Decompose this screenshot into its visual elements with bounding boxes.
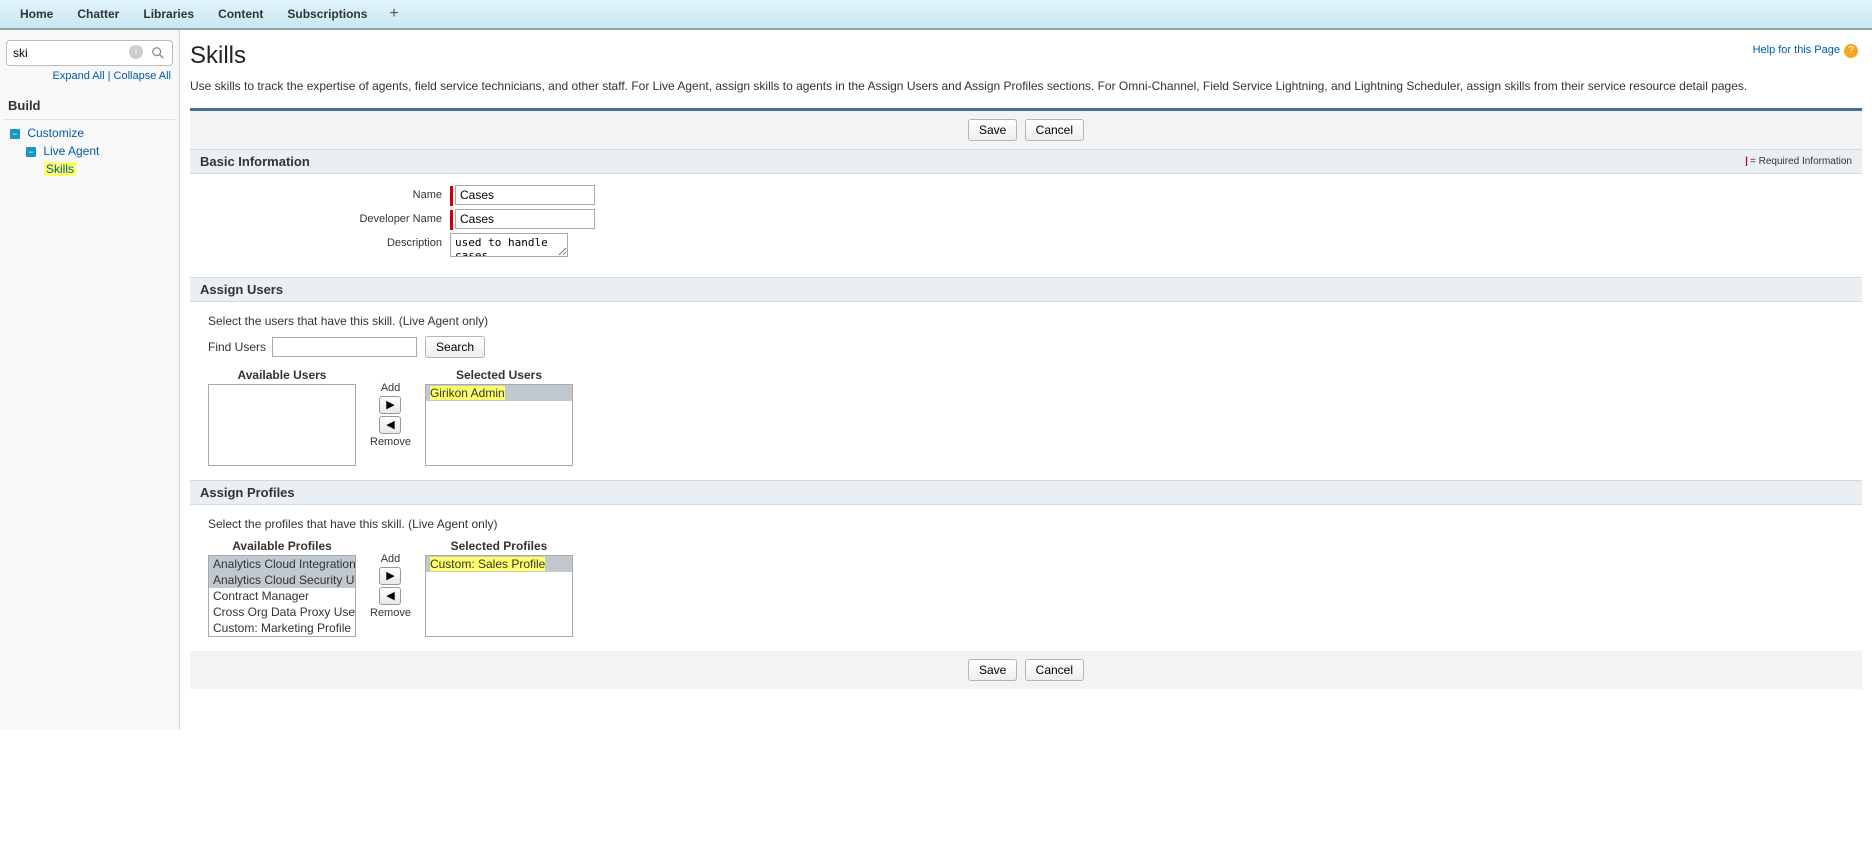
- search-button[interactable]: Search: [425, 336, 485, 358]
- selected-users-title: Selected Users: [425, 368, 573, 382]
- tree-customize[interactable]: − Customize: [10, 124, 175, 142]
- remove-label: Remove: [370, 607, 411, 619]
- cancel-button[interactable]: Cancel: [1025, 119, 1084, 141]
- tab-content[interactable]: Content: [206, 1, 275, 27]
- list-item[interactable]: Analytics Cloud Security U:: [209, 572, 355, 588]
- sidebar: i Expand All | Collapse All Build − Cust…: [0, 30, 180, 730]
- expand-all-link[interactable]: Expand All: [53, 70, 105, 82]
- add-user-button[interactable]: ▶: [379, 396, 401, 414]
- customize-link[interactable]: Customize: [27, 126, 84, 140]
- list-item[interactable]: Custom: Sales Profile: [426, 556, 572, 572]
- selected-profiles-title: Selected Profiles: [425, 539, 573, 553]
- minus-icon[interactable]: −: [10, 129, 20, 139]
- add-tab-icon[interactable]: +: [379, 1, 408, 27]
- available-profiles-list[interactable]: Analytics Cloud Integration Analytics Cl…: [208, 555, 356, 637]
- save-button[interactable]: Save: [968, 659, 1017, 681]
- top-button-row: Save Cancel: [190, 111, 1862, 149]
- skills-link[interactable]: Skills: [44, 162, 76, 176]
- remove-profile-button[interactable]: ◀: [379, 587, 401, 605]
- list-item[interactable]: Analytics Cloud Integration: [209, 556, 355, 572]
- description-field[interactable]: used to handle cases: [450, 233, 568, 257]
- assign-users-header: Assign Users: [190, 277, 1862, 302]
- collapse-all-link[interactable]: Collapse All: [114, 70, 171, 82]
- tab-home[interactable]: Home: [8, 1, 65, 27]
- minus-icon[interactable]: −: [26, 147, 36, 157]
- search-icon[interactable]: [149, 44, 167, 62]
- add-profile-button[interactable]: ▶: [379, 567, 401, 585]
- assign-users-note: Select the users that have this skill. (…: [208, 314, 1852, 328]
- tab-subscriptions[interactable]: Subscriptions: [275, 1, 379, 27]
- tab-chatter[interactable]: Chatter: [65, 1, 131, 27]
- tree-live-agent[interactable]: − Live Agent: [10, 142, 175, 160]
- developer-name-label: Developer Name: [200, 209, 450, 225]
- remove-user-button[interactable]: ◀: [379, 416, 401, 434]
- available-users-list[interactable]: [208, 384, 356, 466]
- add-label: Add: [370, 382, 411, 394]
- required-bar-icon: [450, 210, 453, 230]
- help-link[interactable]: Help for this Page?: [1753, 44, 1858, 58]
- available-profiles-title: Available Profiles: [208, 539, 356, 553]
- assign-profiles-header: Assign Profiles: [190, 480, 1862, 505]
- name-field[interactable]: [455, 185, 595, 205]
- list-item[interactable]: Girikon Admin: [426, 385, 572, 401]
- selected-users-list[interactable]: Girikon Admin: [425, 384, 573, 466]
- question-icon: ?: [1844, 44, 1858, 58]
- page-title: Skills: [190, 42, 1862, 70]
- quick-find-input[interactable]: [6, 40, 173, 66]
- required-legend: |= Required Information: [1745, 156, 1852, 167]
- find-users-input[interactable]: [272, 337, 417, 357]
- info-icon[interactable]: i: [129, 45, 143, 59]
- required-bar-icon: [450, 186, 453, 206]
- list-item[interactable]: Custom: Support Profile: [209, 636, 355, 637]
- cancel-button[interactable]: Cancel: [1025, 659, 1084, 681]
- build-header: Build: [4, 92, 175, 120]
- list-item[interactable]: Custom: Marketing Profile: [209, 620, 355, 636]
- developer-name-field[interactable]: [455, 209, 595, 229]
- main-content: Help for this Page? Skills Use skills to…: [180, 30, 1872, 730]
- bottom-button-row: Save Cancel: [190, 651, 1862, 689]
- tab-libraries[interactable]: Libraries: [131, 1, 206, 27]
- selected-profiles-list[interactable]: Custom: Sales Profile: [425, 555, 573, 637]
- add-label: Add: [370, 553, 411, 565]
- top-tabbar: Home Chatter Libraries Content Subscript…: [0, 0, 1872, 30]
- name-label: Name: [200, 185, 450, 201]
- live-agent-link[interactable]: Live Agent: [43, 144, 99, 158]
- list-item[interactable]: Contract Manager: [209, 588, 355, 604]
- intro-text: Use skills to track the expertise of age…: [190, 78, 1862, 94]
- description-label: Description: [200, 233, 450, 249]
- basic-info-header: Basic Information |= Required Informatio…: [190, 149, 1862, 174]
- assign-profiles-note: Select the profiles that have this skill…: [208, 517, 1852, 531]
- available-users-title: Available Users: [208, 368, 356, 382]
- list-item[interactable]: Cross Org Data Proxy Use: [209, 604, 355, 620]
- find-users-label: Find Users: [208, 340, 266, 354]
- remove-label: Remove: [370, 436, 411, 448]
- save-button[interactable]: Save: [968, 119, 1017, 141]
- tree-skills[interactable]: Skills: [10, 160, 175, 178]
